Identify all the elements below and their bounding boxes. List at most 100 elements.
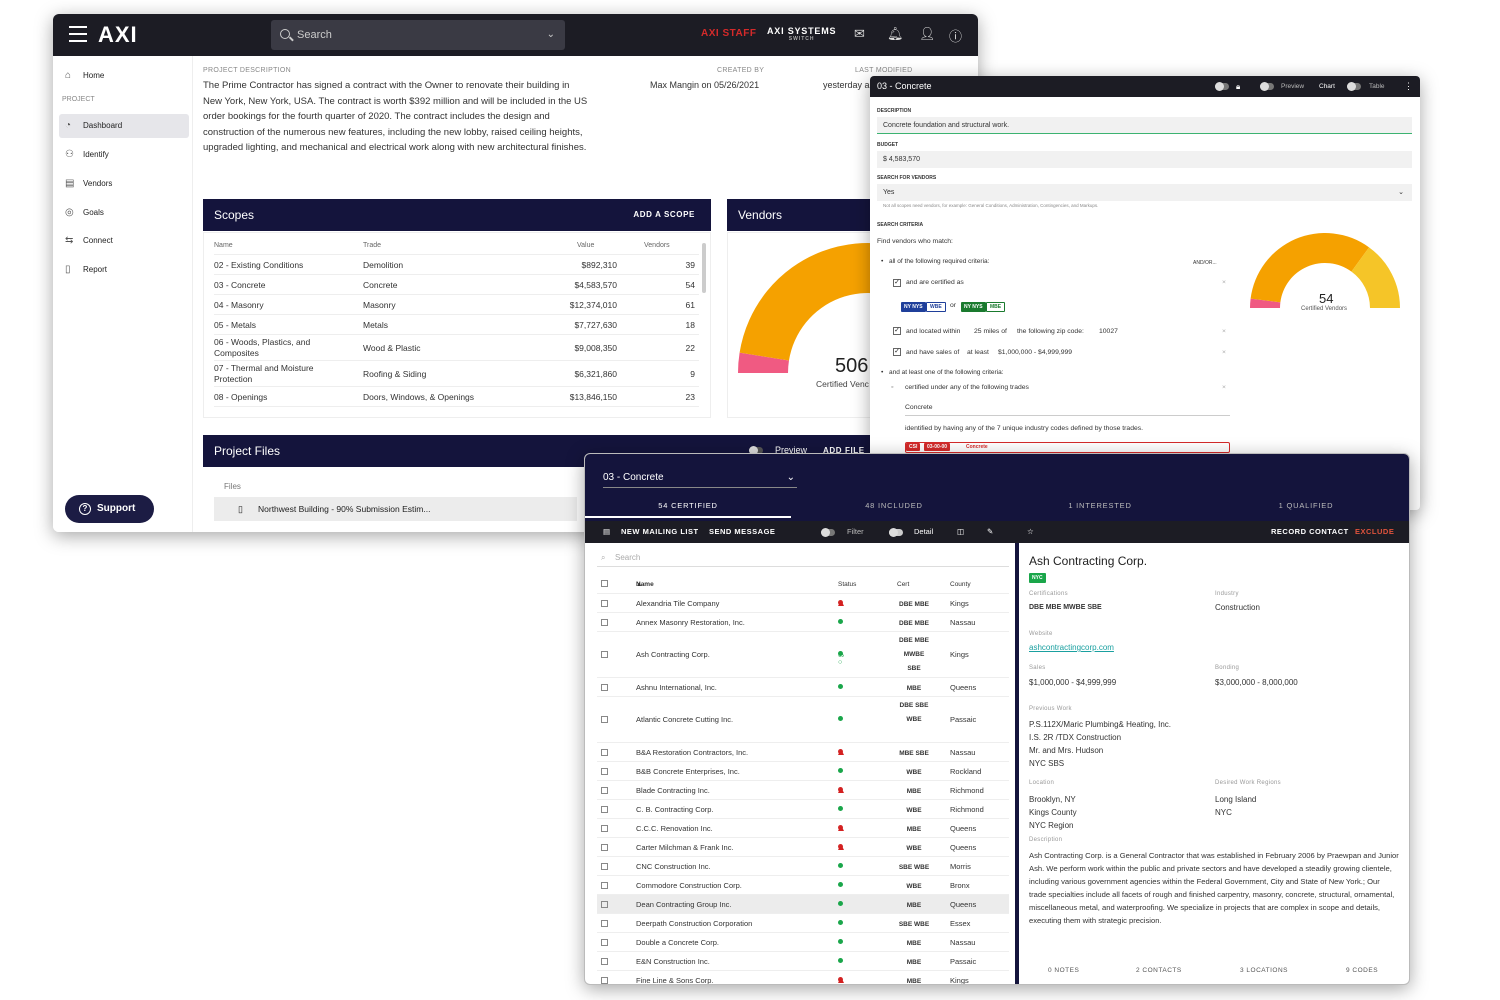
vendor-row[interactable]: C. B. Contracting Corp. WBE Richmond (597, 800, 1009, 819)
vendor-row[interactable]: Carter Milchman & Frank Inc. WBE Queens (597, 838, 1009, 857)
vendor-row[interactable]: Alexandria Tile Company DBE MBE Kings (597, 594, 1009, 613)
menu-icon[interactable] (69, 26, 87, 42)
row-checkbox[interactable] (601, 618, 608, 626)
website-link[interactable]: ashcontractingcorp.com (1029, 641, 1114, 654)
bell-icon[interactable]: 🔔︎ (887, 26, 904, 42)
select-all-checkbox[interactable] (601, 580, 608, 587)
and-or-button[interactable]: AND/OR... (1193, 260, 1217, 266)
vendor-row[interactable]: Dean Contracting Group Inc. MBE Queens (597, 895, 1009, 914)
row-checkbox[interactable] (601, 843, 608, 851)
lock-icon[interactable]: 🔒︎ (1236, 76, 1240, 97)
vendor-row[interactable]: B&B Concrete Enterprises, Inc. WBE Rocklan… (597, 762, 1009, 781)
remove-icon[interactable]: × (1222, 328, 1226, 335)
criteria-checkbox[interactable]: ✓ (893, 279, 901, 287)
vendor-row[interactable]: Atlantic Concrete Cutting Inc. DBE SBE WBE… (597, 697, 1009, 743)
row-checkbox[interactable] (601, 748, 608, 756)
col-vendors[interactable]: Vendors (644, 242, 670, 249)
col-status[interactable]: Status (838, 581, 856, 588)
chart-label[interactable]: Chart (1319, 76, 1335, 97)
row-checkbox[interactable] (601, 900, 608, 908)
criteria-checkbox[interactable]: ✓ (893, 348, 901, 356)
row-checkbox[interactable] (601, 599, 608, 607)
detail-toggle[interactable] (889, 528, 903, 537)
vendor-row[interactable]: Ashnu International, Inc. MBE Queens (597, 678, 1009, 697)
row-checkbox[interactable] (601, 938, 608, 946)
tab-included[interactable]: 48 INCLUDED (791, 501, 997, 510)
codes-tab[interactable]: 9 CODES (1346, 967, 1378, 974)
row-checkbox[interactable] (601, 805, 608, 813)
table-row[interactable]: 03 - Concrete Concrete $4,583,570 54 (214, 275, 699, 295)
help-icon[interactable]: ⓘ (949, 26, 962, 45)
star-icon[interactable]: ☆ (1027, 521, 1034, 543)
row-checkbox[interactable] (601, 786, 608, 794)
cert-tag[interactable]: NY NYS (901, 302, 926, 312)
preview-toggle[interactable] (1260, 82, 1274, 91)
trade-input[interactable]: Concrete (905, 404, 1230, 416)
row-checkbox[interactable] (601, 881, 608, 889)
table-row[interactable]: 02 - Existing Conditions Demolition $892,3… (214, 255, 699, 275)
vendor-row[interactable]: Deerpath Construction Corporation SBE WBE… (597, 914, 1009, 933)
record-contact-button[interactable]: RECORD CONTACT (1271, 521, 1349, 543)
more-icon[interactable]: ⋮ (1404, 76, 1413, 97)
row-checkbox[interactable] (601, 957, 608, 965)
vendor-row[interactable]: CNC Construction Inc. SBE WBE Morris (597, 857, 1009, 876)
remove-icon[interactable]: × (1222, 279, 1226, 286)
scrollbar[interactable] (702, 243, 706, 293)
table-row[interactable]: 08 - Openings Doors, Windows, & Openings $… (214, 387, 699, 407)
criteria-checkbox[interactable]: ✓ (893, 327, 901, 335)
zip-input[interactable]: 10027 (1099, 328, 1118, 335)
nav-goals[interactable]: ◎ Goals (59, 201, 189, 225)
chevron-down-icon[interactable]: ⌄ (547, 20, 555, 50)
toggle-1[interactable] (1215, 82, 1229, 91)
add-scope-button[interactable]: ADD A SCOPE (633, 210, 695, 219)
tab-interested[interactable]: 1 INTERESTED (997, 501, 1203, 510)
row-checkbox[interactable] (601, 767, 608, 775)
filter-toggle[interactable] (821, 528, 835, 537)
columns-icon[interactable]: ◫ (957, 521, 964, 543)
cert-tag[interactable]: NY NYS (961, 302, 986, 312)
col-county[interactable]: County (950, 581, 971, 588)
nav-dashboard[interactable]: ◔ Dashboard (59, 114, 189, 138)
contacts-tab[interactable]: 2 CONTACTS (1136, 967, 1182, 974)
scope-select[interactable]: 03 - Concrete ⌄ (603, 468, 797, 488)
sales-range[interactable]: $1,000,000 - $4,999,999 (998, 349, 1072, 356)
row-checkbox[interactable] (601, 824, 608, 832)
nav-connect[interactable]: ⇆ Connect (59, 229, 189, 253)
remove-icon[interactable]: × (1222, 384, 1226, 391)
sales-qualifier[interactable]: at least (967, 349, 989, 356)
table-row[interactable]: 07 - Thermal and Moisture Protection Roof… (214, 361, 699, 387)
support-button[interactable]: ? Support (65, 495, 154, 523)
search-vendors-select[interactable]: Yes ⌄ (877, 184, 1412, 201)
vendor-row[interactable]: Fine Line & Sons Corp. MBE Kings (597, 971, 1009, 984)
vendor-row[interactable]: B&A Restoration Contractors, Inc. MBE SBE… (597, 743, 1009, 762)
vendor-row[interactable]: Double a Concrete Corp. MBE Nassau (597, 933, 1009, 952)
vendor-row[interactable]: Commodore Construction Corp. WBE Bronx (597, 876, 1009, 895)
col-value[interactable]: Value (577, 242, 594, 249)
description-field[interactable]: Concrete foundation and structural work. (877, 117, 1412, 134)
table-toggle[interactable] (1347, 82, 1361, 91)
exclude-button[interactable]: EXCLUDE (1355, 521, 1394, 543)
vendor-row[interactable]: C.C.C. Renovation Inc. MBE Queens (597, 819, 1009, 838)
nav-home[interactable]: ⌂ Home (59, 64, 189, 88)
vendor-row[interactable]: E&N Construction Inc. MBE Passaic (597, 952, 1009, 971)
row-checkbox[interactable] (601, 716, 608, 723)
vendor-row[interactable]: Annex Masonry Restoration, Inc. DBE MBE Na… (597, 613, 1009, 632)
tab-certified[interactable]: 54 CERTIFIED (585, 501, 791, 518)
table-row[interactable]: 05 - Metals Metals $7,727,630 18 (214, 315, 699, 335)
code-row[interactable]: CSI 03-00-00 Concrete (905, 442, 1230, 453)
row-checkbox[interactable] (601, 651, 608, 658)
vendor-row[interactable]: Blade Contracting Inc. MBE Richmond (597, 781, 1009, 800)
app-logo[interactable]: AXI (98, 22, 138, 48)
row-checkbox[interactable] (601, 976, 608, 984)
nav-identify[interactable]: ⚇ Identify (59, 143, 189, 167)
row-checkbox[interactable] (601, 919, 608, 927)
cert-tag[interactable]: MBE (986, 302, 1006, 312)
table-row[interactable]: 04 - Masonry Masonry $12,374,010 61 (214, 295, 699, 315)
vendor-row[interactable]: Ash Contracting Corp. ♺ ○ DBE MBE MWBE SBE Ki… (597, 632, 1009, 678)
miles-select[interactable]: 25 miles of (974, 328, 1007, 335)
tab-qualified[interactable]: 1 QUALIFIED (1203, 501, 1409, 510)
col-name[interactable]: Name ▲ (636, 581, 654, 588)
budget-field[interactable]: $ 4,583,570 (877, 151, 1412, 168)
list-search[interactable]: ⌕ Search (597, 549, 1009, 567)
new-mailing-list-button[interactable]: NEW MAILING LIST (621, 521, 699, 543)
